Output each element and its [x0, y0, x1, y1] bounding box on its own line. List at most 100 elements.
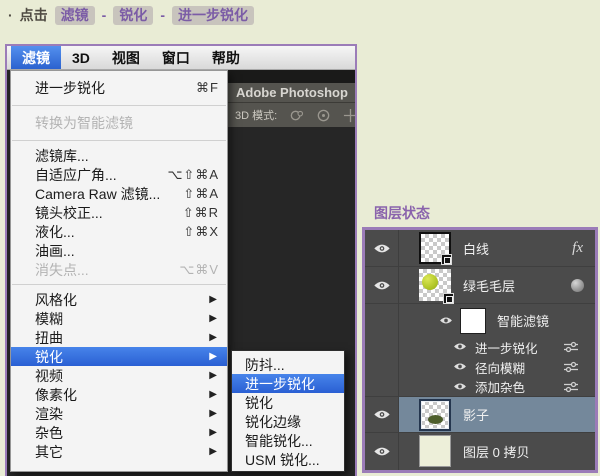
visibility-eye-icon[interactable]	[365, 280, 398, 291]
window-content: Adobe Photoshop 3D 模式: 进一步锐化	[7, 70, 355, 476]
menu-item-sharpen[interactable]: 锐化 ▶	[11, 347, 227, 366]
caption-prefix: 点击	[20, 5, 48, 25]
layer-row-layer0-copy[interactable]: 图层 0 拷贝	[365, 433, 595, 469]
smart-object-badge-icon	[443, 293, 454, 304]
menu-item-distort[interactable]: 扭曲 ▶	[11, 328, 227, 347]
smart-filter-row-sharpen-more[interactable]: 进一步锐化	[365, 337, 595, 357]
menu-item-other[interactable]: 其它 ▶	[11, 442, 227, 461]
menu-item-adaptive-wide-angle[interactable]: 自适应广角... ⌥⇧⌘A	[11, 165, 227, 184]
menubar-item-filter[interactable]: 滤镜	[11, 46, 61, 69]
submenu-item-sharpen-more[interactable]: 进一步锐化	[232, 374, 344, 393]
menu-item-convert-smart-filters: 转换为智能滤镜	[11, 111, 227, 135]
visibility-eye-icon[interactable]	[453, 380, 467, 394]
fx-badge-icon[interactable]: fx	[572, 240, 583, 257]
layer-name[interactable]: 图层 0 拷贝	[463, 442, 595, 461]
visibility-eye-icon[interactable]	[439, 313, 453, 328]
smart-filters-label: 智能滤镜	[497, 311, 595, 330]
menubar-item-window[interactable]: 窗口	[151, 46, 201, 69]
menu-item-oil-paint[interactable]: 油画...	[11, 241, 227, 260]
layer-thumbnail[interactable]	[419, 269, 451, 301]
layer-name[interactable]: 影子	[463, 405, 595, 424]
menubar-item-3d[interactable]: 3D	[61, 46, 101, 69]
caption-separator: -	[102, 7, 107, 23]
smart-filter-mask-thumbnail[interactable]	[460, 308, 486, 334]
layer-name[interactable]: 白线	[463, 239, 572, 258]
smart-filters-row[interactable]: 智能滤镜	[365, 304, 595, 337]
filter-name: 添加杂色	[475, 377, 563, 396]
layer-effect-sphere-icon	[571, 279, 584, 292]
app-dark-strip	[228, 70, 355, 83]
sharpen-submenu: 防抖... 进一步锐化 锐化 锐化边缘 智能锐化... USM 锐化...	[231, 350, 345, 472]
menu-item-sharpen-more[interactable]: 进一步锐化 ⌘F	[11, 76, 227, 100]
submenu-item-shake-reduction[interactable]: 防抖...	[232, 355, 344, 374]
menu-separator	[12, 140, 226, 141]
3d-pan-icon[interactable]	[343, 108, 355, 123]
menu-item-lens-correction[interactable]: 镜头校正... ⇧⌘R	[11, 203, 227, 222]
menu-separator	[12, 105, 226, 106]
submenu-arrow-icon: ▶	[209, 294, 217, 305]
shadow-layer-content	[428, 415, 443, 424]
layer-row-shadow-selected[interactable]: 影子	[365, 397, 595, 433]
caption-step-sharpen: 锐化	[113, 6, 153, 25]
visibility-eye-icon[interactable]	[453, 360, 467, 374]
photoshop-window: 滤镜 3D 视图 窗口 帮助 Adobe Photoshop 3D 模式:	[5, 44, 357, 476]
visibility-eye-icon[interactable]	[453, 340, 467, 354]
layer-row-white-line[interactable]: 白线 fx	[365, 230, 595, 267]
submenu-item-smart-sharpen[interactable]: 智能锐化...	[232, 431, 344, 450]
menu-item-video[interactable]: 视频 ▶	[11, 366, 227, 385]
menubar-item-view[interactable]: 视图	[101, 46, 151, 69]
filter-name: 径向模糊	[475, 358, 563, 377]
3d-roll-icon[interactable]	[316, 108, 331, 123]
menu-item-vanishing-point: 消失点... ⌥⌘V	[11, 260, 227, 279]
menu-item-stylize[interactable]: 风格化 ▶	[11, 290, 227, 309]
menu-item-pixelate[interactable]: 像素化 ▶	[11, 385, 227, 404]
layer-thumbnail[interactable]	[419, 435, 451, 467]
submenu-arrow-icon: ▶	[209, 446, 217, 457]
submenu-item-sharpen-edges[interactable]: 锐化边缘	[232, 412, 344, 431]
filter-menu: 进一步锐化 ⌘F 转换为智能滤镜 滤镜库... 自适应广角... ⌥⇧⌘A Ca…	[10, 70, 228, 472]
3d-orbit-icon[interactable]	[289, 108, 304, 123]
menu-item-liquify[interactable]: 液化... ⇧⌘X	[11, 222, 227, 241]
submenu-item-sharpen[interactable]: 锐化	[232, 393, 344, 412]
filter-blending-options-icon[interactable]	[563, 341, 579, 353]
smart-filter-row-radial-blur[interactable]: 径向模糊	[365, 357, 595, 377]
layer-thumbnail[interactable]	[419, 232, 451, 264]
submenu-arrow-icon: ▶	[209, 313, 217, 324]
menubar-item-help[interactable]: 帮助	[201, 46, 251, 69]
filter-name: 进一步锐化	[475, 338, 563, 357]
filter-blending-options-icon[interactable]	[563, 381, 579, 393]
submenu-arrow-icon: ▶	[209, 408, 217, 419]
submenu-item-usm-sharpen[interactable]: USM 锐化...	[232, 450, 344, 469]
menu-bar: 滤镜 3D 视图 窗口 帮助	[7, 46, 355, 70]
layer-name[interactable]: 绿毛毛层	[463, 276, 571, 295]
layers-panel-title: 图层状态	[374, 203, 430, 223]
selected-layer-highlight: 影子	[398, 397, 595, 432]
caption-bullet: ·	[8, 7, 13, 23]
menu-item-noise[interactable]: 杂色 ▶	[11, 423, 227, 442]
smart-filter-row-add-noise[interactable]: 添加杂色	[365, 377, 595, 397]
submenu-arrow-icon: ▶	[209, 351, 217, 362]
menu-item-filter-gallery[interactable]: 滤镜库...	[11, 146, 227, 165]
app-title: Adobe Photoshop	[228, 83, 355, 102]
options-bar: 3D 模式:	[228, 102, 355, 127]
caption: · 点击 滤镜 - 锐化 - 进一步锐化	[8, 5, 254, 25]
caption-step-filter: 滤镜	[55, 6, 95, 25]
3d-mode-label: 3D 模式:	[235, 107, 277, 123]
layer-thumbnail[interactable]	[419, 399, 451, 431]
green-layer-content	[422, 274, 438, 290]
submenu-arrow-icon: ▶	[209, 370, 217, 381]
submenu-arrow-icon: ▶	[209, 332, 217, 343]
visibility-eye-icon[interactable]	[365, 409, 398, 420]
filter-blending-options-icon[interactable]	[563, 361, 579, 373]
menu-item-render[interactable]: 渲染 ▶	[11, 404, 227, 423]
visibility-eye-icon[interactable]	[365, 446, 398, 457]
layer-row-green-fur[interactable]: 绿毛毛层	[365, 267, 595, 304]
caption-separator: -	[160, 7, 165, 23]
eye-column-divider	[398, 230, 399, 470]
menu-item-camera-raw[interactable]: Camera Raw 滤镜... ⇧⌘A	[11, 184, 227, 203]
vector-mask-badge-icon	[441, 254, 452, 265]
visibility-eye-icon[interactable]	[365, 243, 398, 254]
layers-panel: 白线 fx 绿毛毛层 智能滤镜 进一步锐化	[362, 227, 598, 473]
menu-item-blur[interactable]: 模糊 ▶	[11, 309, 227, 328]
submenu-arrow-icon: ▶	[209, 389, 217, 400]
